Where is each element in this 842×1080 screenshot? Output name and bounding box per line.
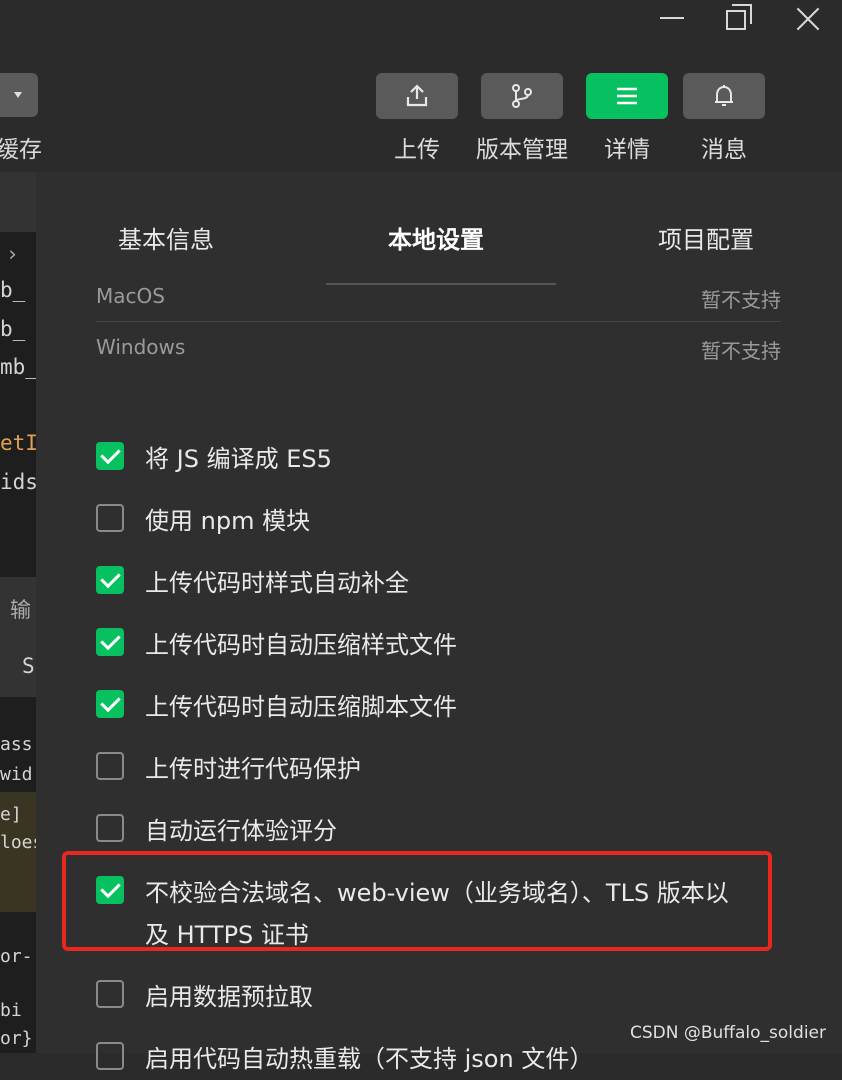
code-line: e] <box>0 804 22 825</box>
chevron-down-icon <box>14 92 22 98</box>
option-label: 上传时进行代码保护 <box>145 755 361 783</box>
code-line: bi <box>0 1000 22 1021</box>
breadcrumb-chevron-icon: › <box>6 242 19 266</box>
code-line: ass <box>0 734 33 755</box>
output-tab-label[interactable]: 输 <box>10 594 31 624</box>
version-control-button[interactable] <box>481 73 563 119</box>
tab-local-settings[interactable]: 本地设置 <box>388 220 484 255</box>
code-line: b_ <box>0 278 26 302</box>
code-line: etI <box>0 431 36 455</box>
tab-basic-info[interactable]: 基本信息 <box>118 220 214 255</box>
code-line: S <box>22 654 35 678</box>
checkbox[interactable] <box>96 814 124 842</box>
code-line: wid <box>0 764 33 785</box>
code-line: loes <box>0 832 36 853</box>
platform-name: MacOS <box>96 284 165 308</box>
details-label: 详情 <box>604 137 650 163</box>
close-icon[interactable] <box>788 2 828 36</box>
divider <box>96 321 781 322</box>
checkbox[interactable] <box>96 690 124 718</box>
cache-label: 缓存 <box>0 137 42 163</box>
bell-icon <box>715 85 733 106</box>
code-line: or} <box>0 1028 33 1049</box>
messages-button[interactable] <box>683 73 765 119</box>
messages-label: 消息 <box>701 137 747 163</box>
highlight-annotation <box>62 851 772 951</box>
platform-status: 暂不支持 <box>701 288 781 312</box>
branch-icon <box>512 84 532 108</box>
checkbox[interactable] <box>96 504 124 532</box>
code-line: ids <box>0 470 36 494</box>
option-label: 将 JS 编译成 ES5 <box>145 445 332 473</box>
cache-dropdown[interactable] <box>0 73 38 117</box>
editor-tab-strip <box>0 172 36 232</box>
code-line: mb_ <box>0 355 36 379</box>
platform-row-windows: Windows 暂不支持 <box>96 323 781 373</box>
checkbox[interactable] <box>96 1042 124 1070</box>
checkbox[interactable] <box>96 628 124 656</box>
watermark: CSDN @Buffalo_soldier <box>629 1023 826 1043</box>
checkbox[interactable] <box>96 752 124 780</box>
code-line: or- <box>0 946 33 967</box>
upload-icon <box>406 84 428 107</box>
checkbox[interactable] <box>96 442 124 470</box>
platform-row-macos: MacOS 暂不支持 <box>96 272 781 322</box>
checkbox[interactable] <box>96 566 124 594</box>
maximize-icon[interactable] <box>718 2 758 36</box>
platform-status: 暂不支持 <box>701 339 781 363</box>
checkbox[interactable] <box>96 980 124 1008</box>
upload-label: 上传 <box>394 137 440 163</box>
minimize-icon[interactable] <box>652 2 692 36</box>
option-label: 自动运行体验评分 <box>145 817 337 845</box>
upload-button[interactable] <box>376 73 458 119</box>
option-label: 上传代码时自动压缩样式文件 <box>145 631 457 659</box>
option-label: 上传代码时样式自动补全 <box>145 569 409 597</box>
code-line: b_ <box>0 317 26 341</box>
option-label: 启用代码自动热重载（不支持 json 文件） <box>145 1045 594 1073</box>
platform-name: Windows <box>96 335 186 359</box>
version-control-label: 版本管理 <box>476 137 568 163</box>
code-editor-fragment: › b_ b_ mb_ etI ids 输 S ass wid e] loes … <box>0 172 36 1053</box>
option-label: 使用 npm 模块 <box>145 507 311 535</box>
menu-icon <box>617 87 637 105</box>
details-button[interactable] <box>586 73 668 119</box>
tab-project-config[interactable]: 项目配置 <box>658 220 754 255</box>
toolbar: 缓存 上传 版本管理 详情 消息 <box>0 60 842 170</box>
option-label: 启用数据预拉取 <box>145 983 313 1011</box>
option-label: 上传代码时自动压缩脚本文件 <box>145 693 457 721</box>
